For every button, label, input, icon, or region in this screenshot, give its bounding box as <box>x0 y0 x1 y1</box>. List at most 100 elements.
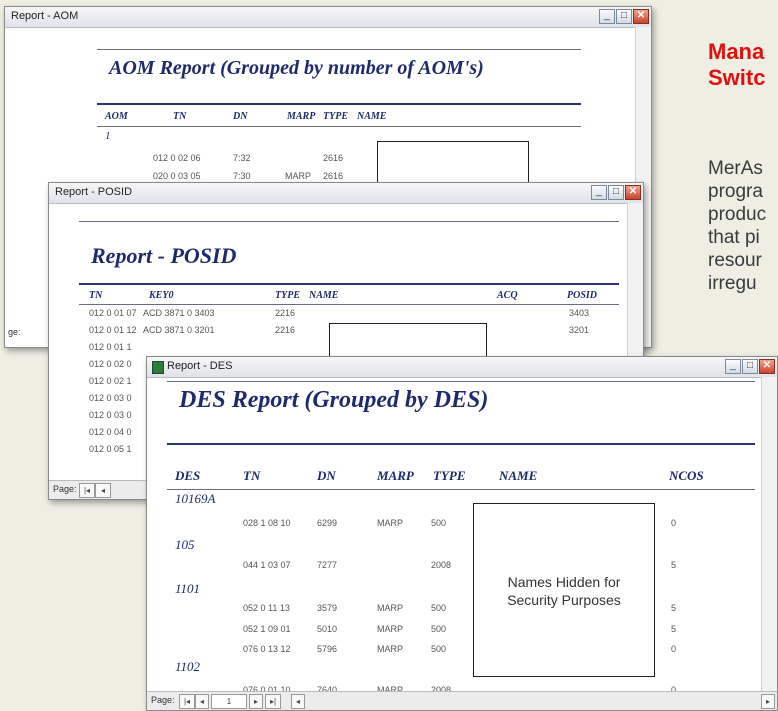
posid-row-9-tn: 012 0 05 1 <box>89 444 132 454</box>
maximize-icon[interactable]: □ <box>608 185 624 200</box>
posid-col-key0: KEY0 <box>149 290 174 301</box>
close-icon[interactable]: ✕ <box>625 185 641 200</box>
des-row-5-dn: 5796 <box>317 644 338 654</box>
des-row-5-tn: 076 0 13 12 <box>243 644 291 654</box>
aom-report-title: AOM Report (Grouped by number of AOM's) <box>109 57 484 79</box>
des-pager-label: Page: <box>151 695 175 705</box>
des-col-type: TYPE <box>433 468 466 483</box>
close-icon[interactable]: ✕ <box>759 359 775 374</box>
posid-row-2-type: 2216 <box>275 325 296 335</box>
maximize-icon[interactable]: □ <box>742 359 758 374</box>
side-body-line-4: that pi <box>708 227 760 248</box>
scroll-right-icon[interactable]: ▸ <box>761 694 775 709</box>
close-icon[interactable]: ✕ <box>633 9 649 24</box>
des-row-5-type: 500 <box>431 644 447 654</box>
des-col-marp: MARP <box>377 468 414 483</box>
des-col-des: DES <box>175 468 201 483</box>
posid-col-name: NAME <box>309 290 339 301</box>
posid-col-type: TYPE <box>275 290 300 301</box>
side-body-line-3: produc <box>708 204 767 225</box>
des-header-underline <box>167 489 755 490</box>
posid-row-1-key: ACD 3871 0 3403 <box>143 308 215 318</box>
des-row-3-dn: 3579 <box>317 603 338 613</box>
des-col-name: NAME <box>499 468 538 483</box>
posid-col-tn: TN <box>89 290 103 301</box>
aom-window-title: Report - AOM <box>11 10 79 22</box>
minimize-icon[interactable]: _ <box>591 185 607 200</box>
des-row-3-type: 500 <box>431 603 447 613</box>
des-titlebar[interactable]: Report - DES _ □ ✕ <box>147 357 777 378</box>
des-col-ncos: NCOS <box>669 468 704 483</box>
aom-titlebar[interactable]: Report - AOM _ □ ✕ <box>5 7 651 28</box>
posid-titlebar[interactable]: Report - POSID _ □ ✕ <box>49 183 643 204</box>
aom-col-tn: TN <box>173 111 187 122</box>
aom-col-marp: MARP <box>287 111 316 122</box>
posid-header-underline <box>79 304 619 305</box>
des-report-title: DES Report (Grouped by DES) <box>179 387 489 413</box>
des-row-2-ncos: 5 <box>671 560 677 570</box>
posid-window-title: Report - POSID <box>55 186 133 198</box>
last-page-icon[interactable]: ▸| <box>265 694 281 709</box>
posid-row-1-type: 2216 <box>275 308 296 318</box>
posid-row-5-tn: 012 0 02 1 <box>89 376 132 386</box>
aom-row-2-dn: 7:30 <box>233 171 251 181</box>
posid-row-2-tn: 012 0 01 12 <box>89 325 137 335</box>
aom-col-type: TYPE <box>323 111 348 122</box>
scroll-left-icon[interactable]: ◂ <box>291 694 305 709</box>
des-group-1101: 1101 <box>175 581 201 596</box>
des-row-3-tn: 052 0 11 13 <box>243 603 290 613</box>
des-row-4-type: 500 <box>431 624 447 634</box>
page-number-input[interactable]: 1 <box>211 694 247 709</box>
side-title-line2: Switc <box>708 65 766 90</box>
des-col-tn: TN <box>243 468 261 483</box>
aom-row-2-tn: 020 0 03 05 <box>153 171 201 181</box>
des-row-4-dn: 5010 <box>317 624 338 634</box>
des-pager: Page: |◂ ◂ 1 ▸ ▸| ◂ ▸ <box>147 691 777 710</box>
prev-page-icon[interactable]: ◂ <box>95 483 111 498</box>
des-row-1-type: 500 <box>431 518 447 528</box>
aom-pager-label: ge: <box>8 327 21 337</box>
names-hidden-note-line1: Names Hidden for <box>507 574 621 590</box>
first-page-icon[interactable]: |◂ <box>179 694 195 709</box>
aom-col-name: NAME <box>357 111 387 122</box>
prev-page-icon[interactable]: ◂ <box>195 694 209 709</box>
posid-row-2-key: ACD 3871 0 3201 <box>143 325 215 335</box>
posid-row-2-posid: 3201 <box>569 325 590 335</box>
aom-row-2-marp: MARP <box>285 171 312 181</box>
posid-header-rule <box>79 283 619 285</box>
aom-row-1-tn: 012 0 02 06 <box>153 153 201 163</box>
posid-row-4-tn: 012 0 02 0 <box>89 359 132 369</box>
side-body-line-1: MerAs <box>708 158 763 179</box>
des-group-105: 105 <box>175 537 195 552</box>
names-hidden-note-line2: Security Purposes <box>507 592 621 608</box>
des-row-2-tn: 044 1 03 07 <box>243 560 291 570</box>
posid-row-1-posid: 3403 <box>569 308 590 318</box>
side-body-line-6: irregu <box>708 273 757 294</box>
next-page-icon[interactable]: ▸ <box>249 694 263 709</box>
aom-row-1-dn: 7:32 <box>233 153 251 163</box>
des-row-2-dn: 7277 <box>317 560 338 570</box>
posid-row-8-tn: 012 0 04 0 <box>89 427 132 437</box>
minimize-icon[interactable]: _ <box>599 9 615 24</box>
posid-report-title: Report - POSID <box>91 243 237 268</box>
posid-row-7-tn: 012 0 03 0 <box>89 410 132 420</box>
aom-header-underline <box>97 126 581 127</box>
des-header-rule <box>167 443 755 445</box>
des-row-4-tn: 052 1 09 01 <box>243 624 291 634</box>
minimize-icon[interactable]: _ <box>725 359 741 374</box>
first-page-icon[interactable]: |◂ <box>79 483 95 498</box>
des-report-window[interactable]: Report - DES _ □ ✕ DES Report (Grouped b… <box>146 356 778 711</box>
des-row-3-marp: MARP <box>377 603 404 613</box>
aom-col-aom: AOM <box>105 111 128 122</box>
des-row-1-tn: 028 1 08 10 <box>243 518 291 528</box>
des-row-1-ncos: 0 <box>671 518 677 528</box>
des-row-5-ncos: 0 <box>671 644 677 654</box>
des-vertical-scrollbar[interactable] <box>761 377 777 692</box>
aom-top-rule <box>97 49 581 50</box>
des-row-2-type: 2008 <box>431 560 452 570</box>
maximize-icon[interactable]: □ <box>616 9 632 24</box>
des-row-4-marp: MARP <box>377 624 404 634</box>
des-window-title: Report - DES <box>167 360 233 372</box>
aom-header-rule <box>97 103 581 105</box>
posid-row-3-tn: 012 0 01 1 <box>89 342 132 352</box>
